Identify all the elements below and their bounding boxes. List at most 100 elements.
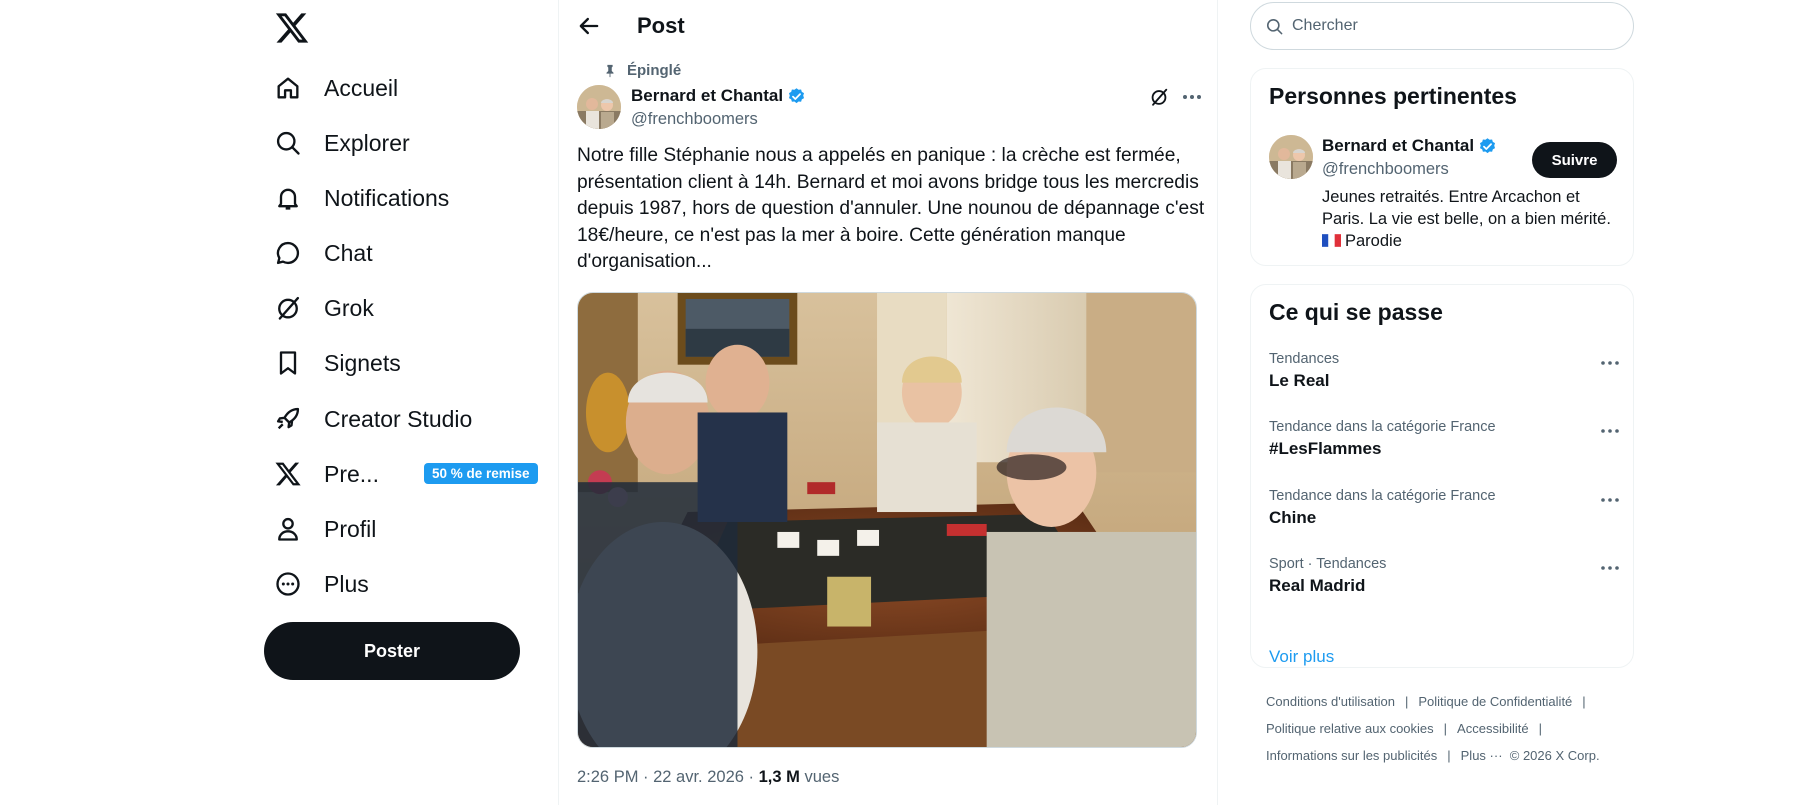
search-icon [1266, 18, 1283, 34]
footer-links: Conditions d'utilisation | Politique de Co… [1266, 694, 1600, 763]
pinned-indicator: Épinglé [603, 62, 681, 79]
bio-text: Jeunes retraités. Entre Arcachon et Pari… [1322, 188, 1611, 228]
relevant-name-text: Bernard et Chantal [1322, 136, 1475, 155]
trend-name: Chine [1269, 508, 1317, 527]
more-options-icon[interactable] [1599, 355, 1621, 371]
author-name[interactable]: Bernard et Chantal [631, 86, 806, 106]
person-icon [278, 517, 298, 541]
nav-item-chat[interactable]: Chat [274, 230, 544, 276]
relevant-people-card: Personnes pertinentes Bernard et Chantal… [1250, 68, 1634, 266]
nav-item-bookmarks[interactable]: Signets [274, 340, 544, 386]
parody-label: Parodie [1345, 232, 1402, 250]
search-input[interactable] [1292, 17, 1612, 35]
footer-link-terms[interactable]: Conditions d'utilisation [1266, 694, 1395, 709]
trend-context: Tendance dans la catégorie France [1269, 488, 1496, 504]
nav-label-premium: Pre... [324, 460, 379, 487]
more-options-icon[interactable] [1599, 560, 1621, 576]
relevant-handle[interactable]: @frenchboomers [1322, 160, 1449, 179]
verified-badge-icon [789, 87, 805, 103]
post-button[interactable]: Poster [264, 622, 520, 680]
nav-item-creator-studio[interactable]: Creator Studio [274, 396, 544, 442]
post-header: Post [559, 0, 1217, 52]
bookmark-icon [279, 351, 297, 375]
relevant-people-title: Personnes pertinentes [1269, 83, 1517, 109]
trend-name: Real Madrid [1269, 576, 1366, 595]
follow-button[interactable]: Suivre [1532, 142, 1617, 178]
more-circle-icon [276, 572, 300, 596]
nav-item-profile[interactable]: Profil [274, 506, 544, 552]
tweet-photo[interactable] [577, 292, 1197, 748]
nav-item-premium[interactable]: Pre... 50 % de remise [274, 451, 544, 497]
search-box[interactable] [1250, 2, 1634, 50]
relevant-avatar[interactable] [1269, 135, 1313, 179]
nav-item-explore[interactable]: Explorer [274, 120, 544, 166]
author-handle[interactable]: @frenchboomers [631, 110, 758, 129]
author-avatar[interactable] [577, 85, 621, 129]
page-title: Post [637, 13, 685, 38]
trend-context: Tendances [1269, 351, 1340, 367]
trends-card: Ce qui se passe Tendances Le Real Tendan… [1250, 284, 1634, 668]
nav-item-grok[interactable]: Grok [274, 285, 544, 331]
france-flag-icon [1322, 234, 1341, 247]
nav-label-grok: Grok [324, 294, 374, 321]
trend-item[interactable]: Sport · Tendances Real Madrid [1269, 556, 1619, 596]
nav-item-more[interactable]: Plus [274, 561, 544, 607]
bridge-game-photo [578, 293, 1196, 747]
tweet-meta: 2:26 PM · 22 avr. 2026 · 1,3 M vues [577, 768, 839, 787]
footer-link-more[interactable]: Plus ··· [1461, 748, 1503, 763]
footer-link-ads-info[interactable]: Informations sur les publicités [1266, 748, 1437, 763]
relevant-bio: Jeunes retraités. Entre Arcachon et Pari… [1322, 186, 1622, 252]
grok-icon [278, 296, 300, 320]
trend-context: Sport · Tendances [1269, 556, 1387, 572]
nav-label-creator-studio: Creator Studio [324, 405, 473, 432]
main-column: Post Épinglé Bernard et Chantal @frenchb… [558, 0, 1218, 805]
trend-context: Tendance dans la catégorie France [1269, 419, 1496, 435]
pin-icon [606, 64, 614, 77]
trend-name: #LesFlammes [1269, 439, 1382, 458]
nav-item-home[interactable]: Accueil [274, 65, 544, 111]
views-count: 1,3 M [758, 768, 800, 786]
rocket-icon [276, 407, 300, 430]
x-logo-icon[interactable] [274, 10, 310, 46]
left-nav: Accueil Explorer Notifications Chat Grok… [262, 0, 556, 805]
see-more-link[interactable]: Voir plus [1269, 647, 1334, 667]
avatar-image [577, 85, 621, 129]
nav-label-more: Plus [324, 570, 369, 597]
trend-item[interactable]: Tendance dans la catégorie France #LesFl… [1269, 419, 1619, 459]
search-icon [276, 131, 300, 155]
trend-name: Le Real [1269, 371, 1330, 390]
trend-item[interactable]: Tendances Le Real [1269, 351, 1619, 391]
footer-link-cookies[interactable]: Politique relative aux cookies [1266, 721, 1434, 736]
nav-item-notifications[interactable]: Notifications [274, 175, 544, 221]
footer-link-privacy[interactable]: Politique de Confidentialité [1418, 694, 1572, 709]
back-arrow-icon[interactable] [575, 12, 603, 40]
home-icon [277, 77, 299, 99]
verified-badge-icon [1480, 137, 1496, 153]
nav-label-chat: Chat [324, 239, 373, 266]
more-options-icon[interactable] [1179, 86, 1205, 108]
bell-icon [278, 188, 298, 210]
trend-item[interactable]: Tendance dans la catégorie France Chine [1269, 488, 1619, 528]
discount-badge: 50 % de remise [424, 463, 538, 484]
tweet-text: Notre fille Stéphanie nous a appelés en … [577, 145, 1205, 272]
footer-copyright: © 2026 X Corp. [1509, 748, 1600, 763]
right-sidebar: Personnes pertinentes Bernard et Chantal… [1250, 0, 1634, 805]
relevant-name[interactable]: Bernard et Chantal [1322, 136, 1497, 156]
more-options-icon[interactable] [1599, 492, 1621, 508]
grok-icon[interactable] [1148, 86, 1170, 108]
author-name-text: Bernard et Chantal [631, 86, 784, 105]
footer-link-accessibility[interactable]: Accessibilité [1457, 721, 1529, 736]
more-options-icon[interactable] [1599, 423, 1621, 439]
nav-label-notifications: Notifications [324, 184, 450, 211]
views-label: vues [799, 768, 840, 786]
chat-bubble-icon [276, 241, 300, 265]
trends-title: Ce qui se passe [1269, 299, 1443, 325]
tweet-timestamp[interactable]: 2:26 PM · 22 avr. 2026 · [577, 768, 759, 786]
nav-label-profile: Profil [324, 515, 377, 542]
nav-label-home: Accueil [324, 74, 399, 101]
avatar-image [1269, 135, 1313, 179]
x-logo-icon [275, 462, 301, 486]
nav-label-explore: Explorer [324, 129, 410, 156]
pinned-label: Épinglé [627, 62, 682, 79]
nav-label-bookmarks: Signets [324, 349, 401, 376]
